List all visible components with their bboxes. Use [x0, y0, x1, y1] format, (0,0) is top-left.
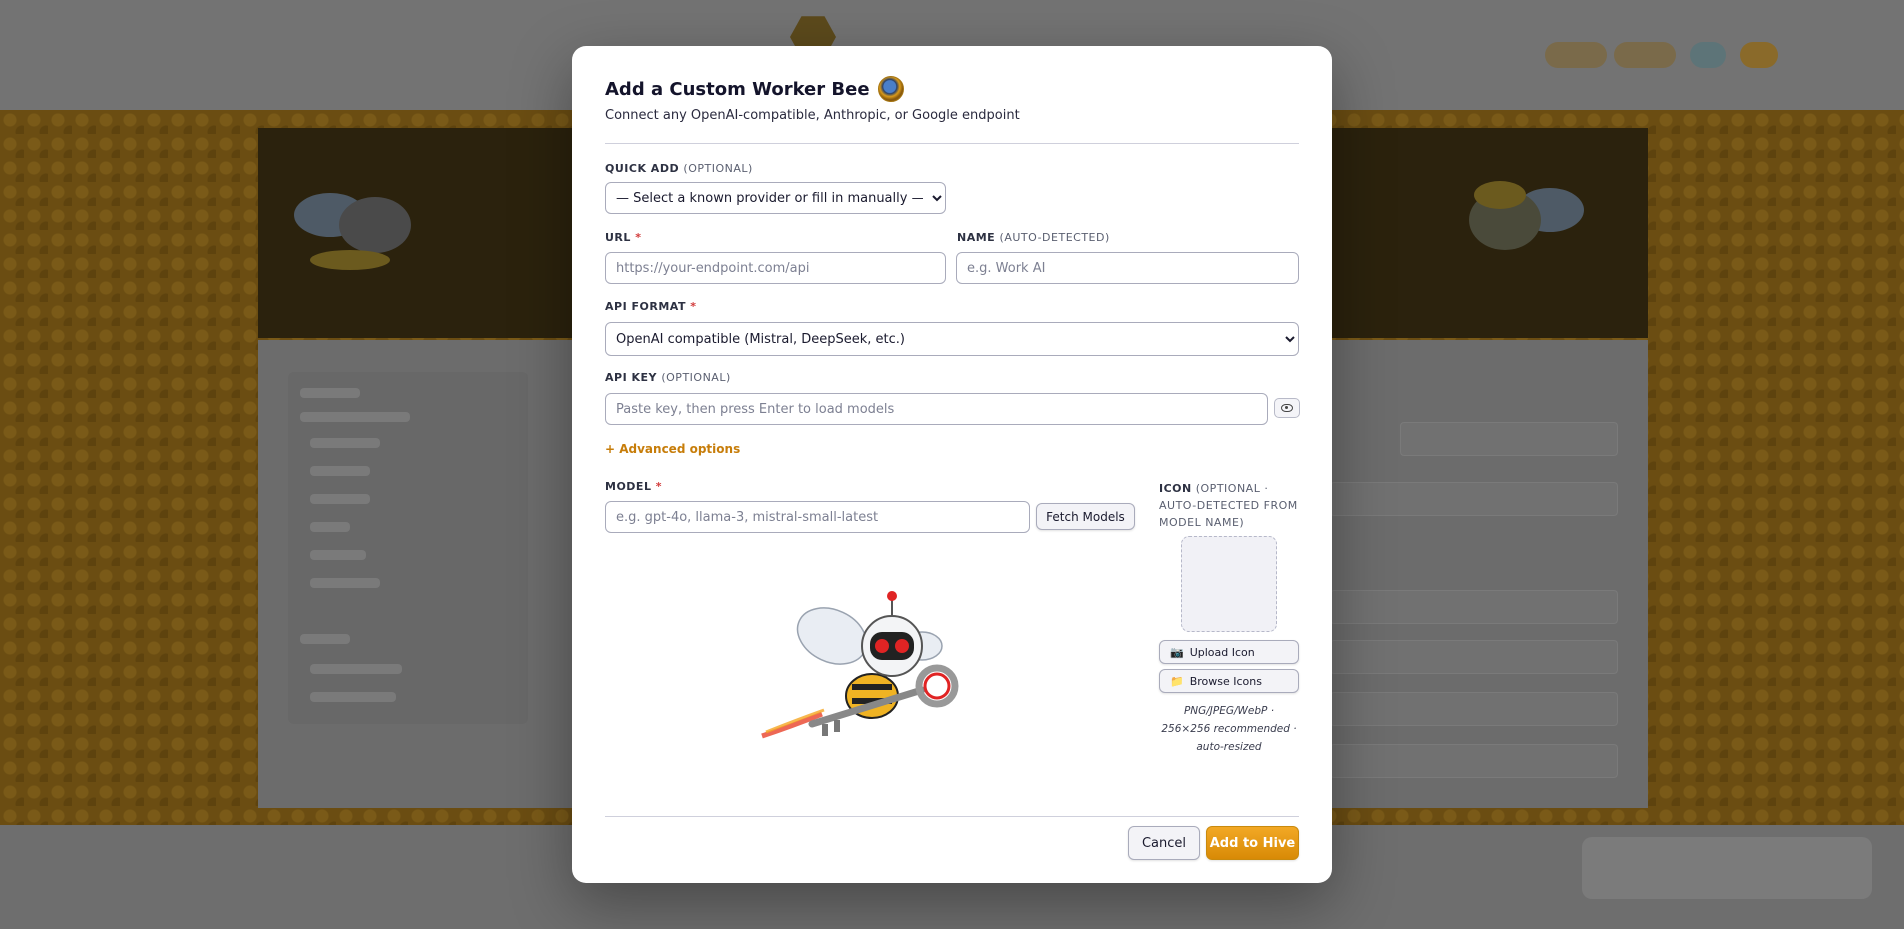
api-format-label-text: API FORMAT [605, 300, 686, 313]
name-label: NAME (AUTO-DETECTED) [957, 231, 1110, 244]
header-pill [1614, 42, 1676, 68]
sidebar-line [310, 466, 370, 476]
model-input[interactable] [605, 501, 1030, 533]
header-pill [1545, 42, 1607, 68]
bg-row [1400, 422, 1618, 456]
name-label-text: NAME [957, 231, 996, 244]
api-key-label-text: API KEY [605, 371, 658, 384]
add-to-hive-button[interactable]: Add to Hive [1206, 826, 1299, 860]
modal-title-text: Add a Custom Worker Bee [605, 78, 870, 100]
footer-divider [605, 816, 1299, 817]
modal-title: Add a Custom Worker Bee [605, 76, 904, 102]
bg-row [1330, 692, 1618, 726]
upload-icon-label: Upload Icon [1189, 645, 1255, 659]
quick-add-optional: (OPTIONAL) [683, 162, 753, 175]
bg-row [1330, 640, 1618, 674]
url-label-text: URL [605, 231, 631, 244]
header-divider [605, 143, 1299, 144]
api-format-select[interactable]: OpenAI compatible (Mistral, DeepSeek, et… [605, 322, 1299, 356]
bg-row [1330, 590, 1618, 624]
icon-preview-dropzone[interactable] [1181, 536, 1277, 632]
modal-subtitle: Connect any OpenAI-compatible, Anthropic… [605, 108, 1020, 123]
api-key-optional: (OPTIONAL) [661, 371, 731, 384]
header-pill [1690, 42, 1726, 68]
sidebar-line [310, 664, 402, 674]
sidebar-line [310, 494, 370, 504]
api-key-label: API KEY (OPTIONAL) [605, 371, 731, 384]
bg-row [1330, 482, 1618, 516]
api-format-required-marker: * [690, 300, 697, 313]
add-worker-modal: Add a Custom Worker Bee Connect any Open… [572, 46, 1332, 883]
browse-icons-button[interactable]: 📁 Browse Icons [1159, 669, 1299, 693]
fetch-models-button[interactable]: Fetch Models [1036, 503, 1135, 530]
upload-icon-button[interactable]: 📷 Upload Icon [1159, 640, 1299, 664]
sidebar-line [310, 550, 366, 560]
eye-icon [1281, 404, 1293, 412]
icon-label-text: ICON [1159, 482, 1192, 495]
sidebar-line [300, 388, 360, 398]
bee-badge-icon [877, 76, 904, 102]
name-input[interactable] [956, 252, 1299, 284]
header-pill [1740, 42, 1778, 68]
advanced-options-link[interactable]: + Advanced options [605, 442, 740, 456]
camera-icon: 📷 [1170, 645, 1184, 659]
url-required-marker: * [635, 231, 642, 244]
api-key-input[interactable] [605, 393, 1268, 425]
name-optional: (AUTO-DETECTED) [999, 231, 1110, 244]
url-label: URL * [605, 231, 642, 244]
project-chip [1582, 837, 1872, 899]
api-format-label: API FORMAT * [605, 300, 697, 313]
sidebar-line [300, 634, 350, 644]
bg-row [1330, 744, 1618, 778]
url-input[interactable] [605, 252, 946, 284]
folder-icon: 📁 [1170, 674, 1184, 688]
icon-format-note: PNG/JPEG/WebP · 256×256 recommended · au… [1161, 705, 1297, 753]
quick-add-label: QUICK ADD (OPTIONAL) [605, 162, 753, 175]
quick-add-select[interactable]: — Select a known provider or fill in man… [605, 182, 946, 214]
sidebar-line [300, 412, 410, 422]
quick-add-label-text: QUICK ADD [605, 162, 680, 175]
model-label: MODEL * [605, 480, 662, 493]
robot-bee-mascot-image [761, 591, 959, 739]
icon-label: ICON (OPTIONAL · AUTO-DETECTED FROM MODE… [1159, 480, 1299, 531]
sidebar-line [310, 522, 350, 532]
sidebar-line [310, 438, 380, 448]
browse-icons-label: Browse Icons [1189, 674, 1262, 688]
sidebar-line [310, 692, 396, 702]
bee-mascot-right [1469, 181, 1584, 250]
model-label-text: MODEL [605, 480, 652, 493]
bee-mascot-left [294, 193, 411, 270]
sidebar-line [310, 578, 380, 588]
toggle-key-visibility-button[interactable] [1274, 398, 1300, 418]
model-required-marker: * [655, 480, 663, 493]
cancel-button[interactable]: Cancel [1128, 826, 1200, 860]
